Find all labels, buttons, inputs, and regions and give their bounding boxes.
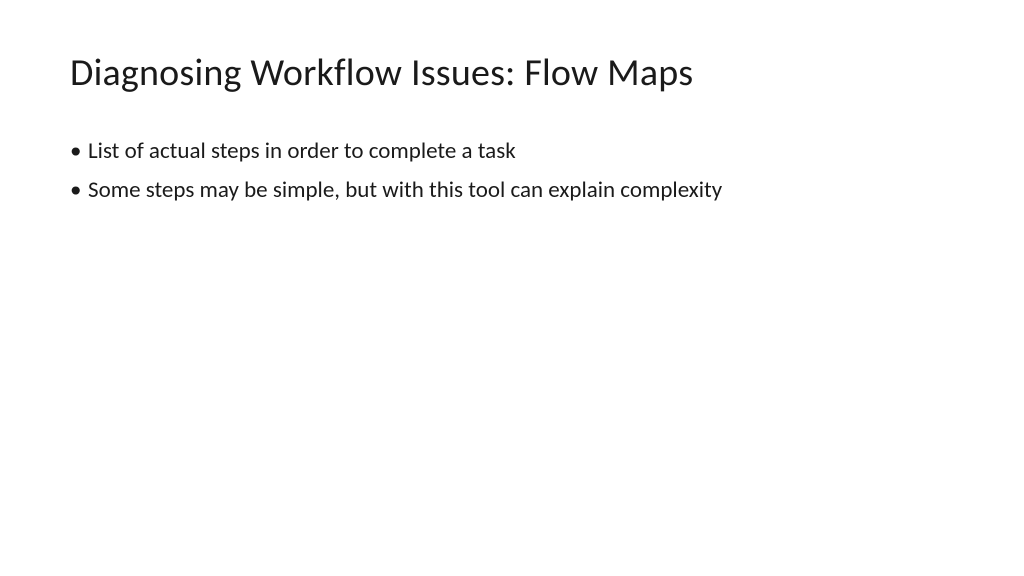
bullet-list: List of actual steps in order to complet… bbox=[70, 134, 954, 207]
list-item: List of actual steps in order to complet… bbox=[70, 134, 954, 169]
list-item: Some steps may be simple, but with this … bbox=[70, 173, 954, 208]
slide-title: Diagnosing Workflow Issues: Flow Maps bbox=[70, 50, 954, 96]
